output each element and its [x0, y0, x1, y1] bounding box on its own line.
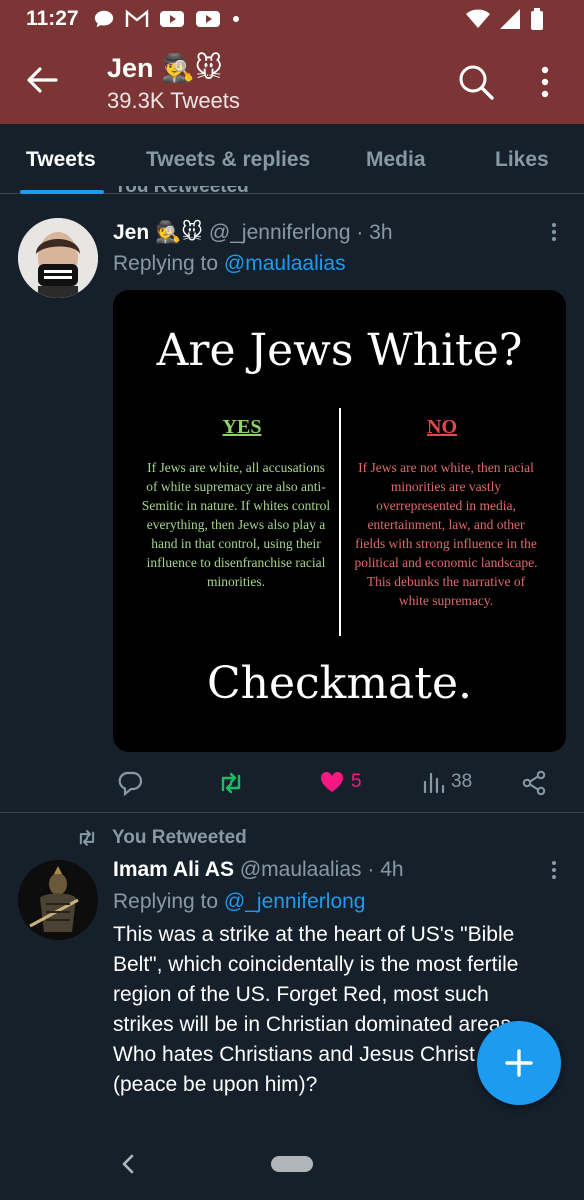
retweet-label-cut: You Retweeted: [76, 186, 276, 200]
profile-header: Jen 🕵️🐭 39.3K Tweets: [0, 38, 584, 124]
notification-icons: [93, 8, 241, 30]
tweet-author-line: Imam Ali AS @maulaalias · 4h: [113, 858, 404, 882]
share-icon: [522, 770, 546, 796]
image-no-text: If Jews are not white, then racial minor…: [354, 460, 538, 608]
image-no-label: NO: [427, 416, 457, 438]
search-icon[interactable]: [456, 62, 496, 102]
system-nav-bar: [0, 1128, 584, 1200]
tweet-divider: [0, 812, 584, 813]
wifi-icon: [466, 9, 490, 28]
like-button[interactable]: 5: [319, 770, 362, 794]
views-button[interactable]: 38: [421, 770, 472, 794]
retweet-context: You Retweeted: [76, 827, 247, 849]
retweet-small-icon: [79, 830, 95, 846]
battery-icon: [531, 8, 543, 30]
replying-to: Replying to @maulaalias: [113, 252, 346, 276]
avatar[interactable]: [18, 860, 98, 940]
image-yes-text: If Jews are white, all accusations of wh…: [141, 460, 331, 589]
dot-icon: [232, 16, 239, 22]
home-gesture-pill[interactable]: [271, 1156, 313, 1172]
compose-tweet-button[interactable]: [477, 1021, 561, 1105]
author-handle[interactable]: @_jenniferlong: [209, 221, 351, 244]
author-handle[interactable]: @maulaalias: [240, 858, 362, 881]
tweet-time: · 4h: [367, 858, 404, 881]
status-bar: 11:27: [0, 0, 584, 38]
chat-bubble-icon: [94, 10, 113, 28]
tab-tweets-replies[interactable]: Tweets & replies: [146, 148, 310, 172]
profile-tabs: Tweets Tweets & replies Media Likes: [0, 124, 584, 194]
image-bottom-text: Checkmate.: [206, 658, 472, 709]
gmail-icon: [125, 9, 148, 27]
view-count: 38: [451, 771, 473, 792]
avatar-jen-image: [18, 218, 98, 298]
tweet-actions: 5 38: [113, 762, 566, 802]
tweet-image[interactable]: Are Jews White? YES NO If Jews are white…: [113, 290, 566, 752]
replying-to-link[interactable]: @maulaalias: [224, 252, 346, 275]
image-divider: [339, 408, 341, 636]
retweet-label: You Retweeted: [114, 186, 249, 197]
retweet-label: You Retweeted: [112, 827, 247, 848]
tweet-menu-icon[interactable]: [544, 856, 564, 886]
replying-to: Replying to @_jenniferlong: [113, 890, 365, 914]
replying-prefix: Replying to: [113, 890, 219, 913]
status-time: 11:27: [26, 7, 79, 30]
youtube-icon: [159, 11, 184, 27]
image-title: Are Jews White?: [156, 325, 523, 376]
tweet-time: · 3h: [356, 221, 393, 244]
tweet-count: 39.3K Tweets: [107, 88, 240, 113]
retweet-icon: [221, 772, 241, 794]
views-icon: [423, 772, 445, 794]
tweet-author-line: Jen 🕵️🐭 @_jenniferlong · 3h: [113, 220, 393, 245]
avatar[interactable]: [18, 218, 98, 298]
tweet-menu-icon[interactable]: [544, 218, 564, 248]
nav-back-icon[interactable]: [118, 1150, 138, 1178]
signal-icon: [500, 9, 520, 29]
system-icons: [466, 8, 544, 30]
avatar-imam-image: [18, 860, 98, 940]
replying-to-link[interactable]: @_jenniferlong: [224, 890, 366, 913]
share-button[interactable]: [521, 770, 547, 796]
more-options-icon[interactable]: [530, 62, 560, 102]
tab-tweets[interactable]: Tweets: [26, 148, 96, 172]
replying-prefix: Replying to: [113, 252, 219, 275]
back-arrow-icon[interactable]: [22, 60, 62, 100]
youtube-icon-2: [195, 11, 220, 27]
author-name[interactable]: Jen 🕵️🐭: [113, 221, 203, 244]
retweet-button[interactable]: [217, 770, 245, 796]
like-count: 5: [351, 771, 362, 792]
author-name[interactable]: Imam Ali AS: [113, 858, 234, 881]
heart-icon: [320, 771, 344, 792]
reply-icon: [118, 771, 143, 796]
plus-icon: [505, 1049, 533, 1077]
image-yes-label: YES: [222, 416, 262, 438]
tab-likes[interactable]: Likes: [495, 148, 549, 172]
reply-button[interactable]: [117, 770, 143, 796]
tab-media[interactable]: Media: [366, 148, 426, 172]
profile-name: Jen 🕵️🐭: [107, 53, 223, 83]
